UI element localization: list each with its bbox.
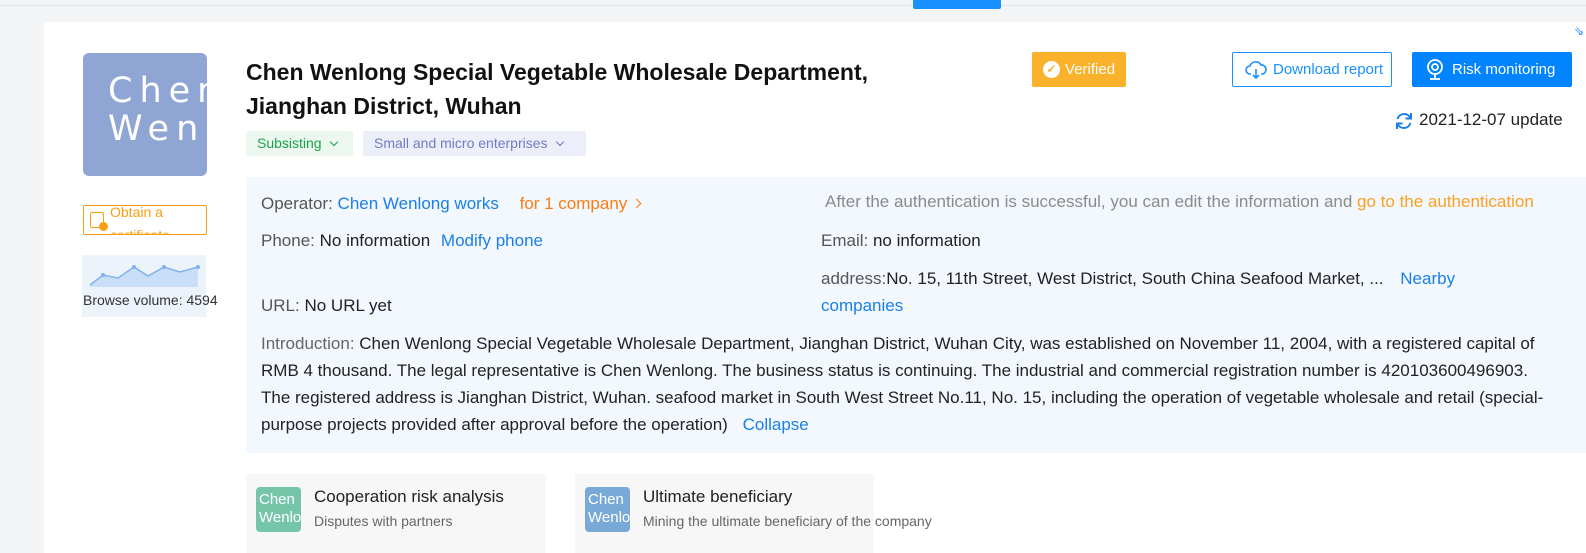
company-logo: Chen Wenlong <box>83 53 207 176</box>
company-header-card: ⇘ Chen Wenlong Obtain a certificate Brow… <box>44 22 1586 553</box>
go-authentication-link[interactable]: go to the authentication <box>1357 192 1534 211</box>
address-key: address: <box>821 269 887 288</box>
operator-companies-link[interactable]: for 1 company <box>519 194 642 213</box>
address-row-2: companies <box>821 296 903 316</box>
monitor-camera-icon <box>1427 59 1443 80</box>
modify-phone-link[interactable]: Modify phone <box>441 231 543 250</box>
status-tag-label: Subsisting <box>257 135 322 151</box>
company-logo-text: Chen Wenlong <box>108 71 207 149</box>
feature-subtitle: Mining the ultimate beneficiary of the c… <box>643 513 932 529</box>
introduction: Introduction: Chen Wenlong Special Veget… <box>261 330 1561 438</box>
url-key: URL: <box>261 296 305 315</box>
operator-key: Operator: <box>261 194 338 213</box>
feature-icon: Chen Wenlong <box>585 487 630 532</box>
download-report-label: Download report <box>1273 61 1384 78</box>
chevron-down-icon <box>329 137 338 147</box>
chevron-right-icon <box>631 198 642 209</box>
collapse-link[interactable]: Collapse <box>743 415 809 434</box>
certificate-icon <box>90 212 108 231</box>
feature-title: Ultimate beneficiary <box>643 487 793 506</box>
operator-row: Operator: Chen Wenlong works for 1 compa… <box>261 194 642 214</box>
browse-volume-label: Browse volume: 4594 <box>83 292 218 308</box>
auth-row: After the authentication is successful, … <box>825 192 1534 212</box>
email-value: no information <box>872 231 981 250</box>
feature-card-cooperation-risk[interactable]: Chen Wenlong Cooperation risk analysis D… <box>246 474 546 553</box>
phone-value: No information <box>319 231 431 250</box>
obtain-certificate-label: Obtain a certificate <box>110 205 170 235</box>
phone-key: Phone: <box>261 231 320 250</box>
update-date: 2021-12-07 update <box>1419 110 1563 129</box>
check-badge-icon: ✓ <box>1043 61 1060 78</box>
nearby-companies-link-2[interactable]: companies <box>821 296 903 315</box>
email-row: Email: no information <box>821 231 981 251</box>
trend-chart-icon <box>89 265 200 287</box>
intro-key: Introduction: <box>261 334 360 353</box>
verified-badge[interactable]: ✓ Verified <box>1032 52 1126 87</box>
url-row: URL: No URL yet <box>261 296 392 316</box>
download-report-button[interactable]: Download report <box>1232 52 1392 87</box>
feature-icon: Chen Wenlong <box>256 487 301 532</box>
scale-tag-label: Small and micro enterprises <box>374 135 548 151</box>
verified-label: Verified <box>1065 61 1116 78</box>
corner-flag-icon: ⇘ <box>1573 24 1584 38</box>
address-row: address:No. 15, 11th Street, West Distri… <box>821 269 1455 289</box>
url-value: No URL yet <box>304 296 392 315</box>
cloud-download-icon <box>1245 61 1267 80</box>
nearby-companies-link[interactable]: Nearby <box>1400 269 1455 288</box>
active-nav-indicator <box>913 0 1001 9</box>
top-nav-bar <box>0 0 1586 6</box>
phone-row: Phone: No information Modify phone <box>261 231 543 251</box>
feature-icon-text: Chen Wenlong <box>588 491 630 526</box>
company-name: Chen Wenlong Special Vegetable Wholesale… <box>246 59 868 119</box>
refresh-icon <box>1396 113 1412 129</box>
browse-volume-box: Browse volume: 4594 <box>82 255 218 317</box>
intro-text: Chen Wenlong Special Vegetable Wholesale… <box>261 334 1544 434</box>
feature-card-ultimate-beneficiary[interactable]: Chen Wenlong Ultimate beneficiary Mining… <box>575 474 932 553</box>
status-tag[interactable]: Subsisting <box>246 131 353 156</box>
feature-subtitle: Disputes with partners <box>314 513 453 529</box>
auth-text: After the authentication is successful, … <box>825 192 1358 211</box>
risk-monitoring-label: Risk monitoring <box>1452 61 1556 78</box>
obtain-certificate-button[interactable]: Obtain a certificate <box>83 205 207 235</box>
company-info-panel: Operator: Chen Wenlong works for 1 compa… <box>246 177 1586 453</box>
feature-title: Cooperation risk analysis <box>314 487 504 506</box>
email-key: Email: <box>821 231 873 250</box>
address-value: No. 15, 11th Street, West District, Sout… <box>886 269 1384 288</box>
operator-companies-label: for 1 company <box>519 194 628 213</box>
chevron-down-icon <box>555 137 564 147</box>
operator-link[interactable]: Chen Wenlong works <box>338 194 499 213</box>
risk-monitoring-button[interactable]: Risk monitoring <box>1412 52 1572 87</box>
feature-icon-text: Chen Wenlong <box>259 491 301 526</box>
scale-tag[interactable]: Small and micro enterprises <box>363 131 586 156</box>
